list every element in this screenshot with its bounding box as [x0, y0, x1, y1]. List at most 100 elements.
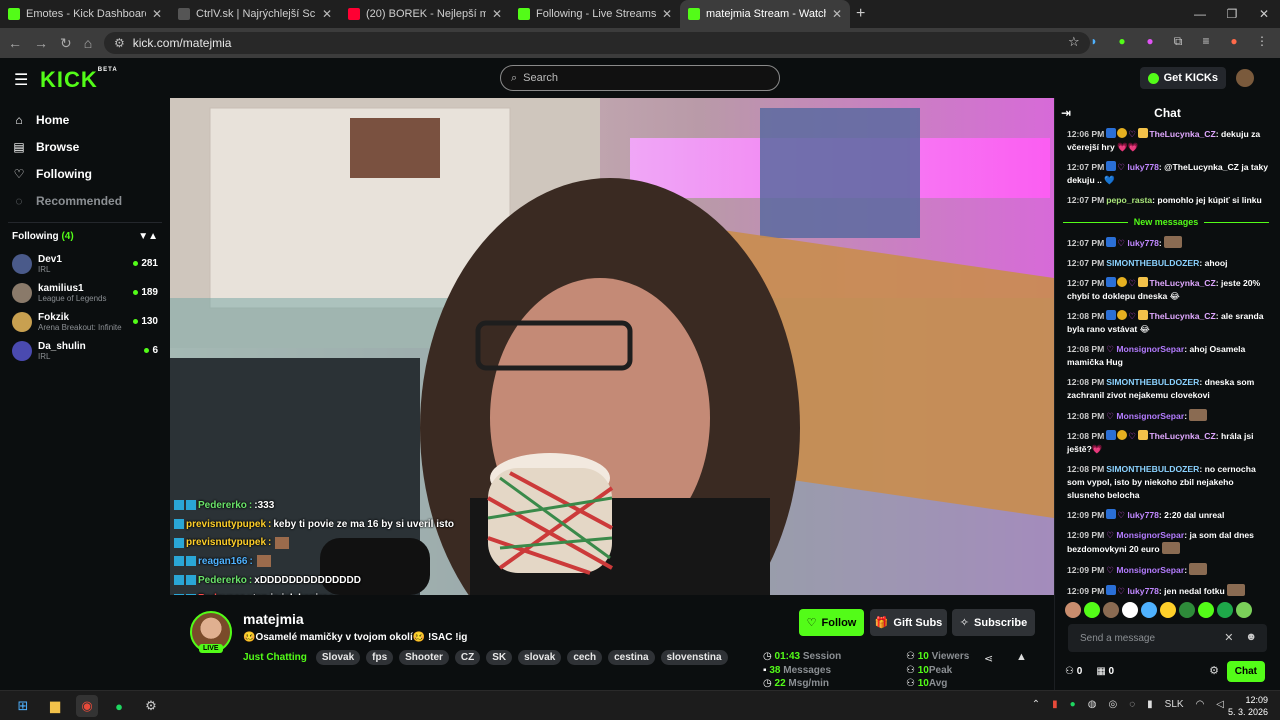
emote-icon[interactable] [1217, 602, 1233, 618]
chat-username[interactable]: SIMONTHEBULDOZER [1106, 258, 1199, 268]
sort-icon[interactable]: ▼▲ [138, 231, 158, 245]
chat-username[interactable]: TheLucynka_CZ [1149, 431, 1215, 441]
home-browser-icon[interactable]: ⌂ [84, 35, 92, 51]
category-link[interactable]: Just Chatting [243, 652, 307, 663]
settings-app-icon[interactable]: ⚙ [140, 695, 162, 717]
chat-username[interactable]: SIMONTHEBULDOZER [1106, 464, 1199, 474]
forward-icon[interactable]: → [34, 35, 48, 51]
emote-icon[interactable] [1103, 602, 1119, 618]
tag-pill[interactable]: fps [366, 650, 394, 665]
emote-icon[interactable] [1179, 602, 1195, 618]
chat-username[interactable]: pepo_rasta [1106, 195, 1152, 205]
address-bar[interactable]: ⚙ kick.com/matejmia [104, 32, 1090, 54]
share-icon[interactable]: ⋖ [984, 652, 993, 665]
emote-icon[interactable] [1065, 602, 1081, 618]
send-message-input[interactable]: Send a message ✕ ☻ [1068, 624, 1267, 652]
tray-steam-icon[interactable]: ◍ [1088, 699, 1097, 710]
channel-name[interactable]: matejmia [243, 611, 304, 627]
keyboard-language[interactable]: SLK [1165, 699, 1184, 710]
followed-channel[interactable]: Fokzik Arena Breakout: Infinite 130 [0, 307, 170, 336]
browser-tab[interactable]: Emotes - Kick Dashboard ✕ [0, 0, 170, 28]
tray-network-icon[interactable]: ◌ [1129, 699, 1135, 710]
kick-logo[interactable]: KICKBETA [40, 67, 118, 93]
minimize-icon[interactable]: — [1184, 0, 1216, 28]
wifi-icon[interactable]: ◠ [1196, 699, 1205, 710]
browser-tab[interactable]: Following - Live Streams on Kick ✕ [510, 0, 680, 28]
emote-icon[interactable] [1160, 602, 1176, 618]
emote-icon[interactable] [1141, 602, 1157, 618]
emote-icon[interactable] [1084, 602, 1100, 618]
extension-icon[interactable]: ◗ [1086, 33, 1102, 49]
chat-send-button[interactable]: Chat [1226, 661, 1265, 682]
collapse-chat-icon[interactable]: ⇥ [1061, 106, 1071, 120]
chat-username[interactable]: SIMONTHEBULDOZER [1106, 377, 1199, 387]
extension-icon[interactable]: ● [1114, 33, 1130, 49]
chat-username[interactable]: TheLucynka_CZ [1149, 311, 1215, 321]
tray-mic2-icon[interactable]: ▮ [1147, 699, 1153, 710]
emote-icon[interactable] [1198, 602, 1214, 618]
followed-channel[interactable]: Dev1 IRL 281 [0, 249, 170, 278]
new-tab-button[interactable]: + [856, 5, 865, 23]
video-player[interactable]: Pedererko: :333 previsnutypupek: keby ti … [170, 98, 1054, 595]
puzzle-icon[interactable]: ⧉ [1170, 33, 1186, 49]
chat-username[interactable]: luky778 [1127, 586, 1159, 596]
chat-username[interactable]: MonsignorSepar [1116, 565, 1184, 575]
chrome-icon[interactable]: ◉ [76, 695, 98, 717]
emoji-icon[interactable]: ☻ [1245, 631, 1257, 644]
tag-pill[interactable]: CZ [454, 650, 481, 665]
windows-start-icon[interactable]: ⊞ [12, 695, 34, 717]
follow-button[interactable]: ♡ Follow [799, 609, 864, 636]
tag-pill[interactable]: cestina [608, 650, 655, 665]
chat-username[interactable]: MonsignorSepar [1116, 344, 1184, 354]
menu-dots-icon[interactable]: ⋮ [1254, 33, 1270, 49]
volume-icon[interactable]: ◁ [1216, 699, 1224, 710]
emote-icon[interactable] [1122, 602, 1138, 618]
nav-item-following[interactable]: ♡ Following [0, 160, 170, 187]
nav-item-recommended[interactable]: ◌ Recommended [0, 187, 170, 214]
tab-close-icon[interactable]: ✕ [152, 7, 162, 21]
reload-icon[interactable]: ↻ [60, 35, 72, 52]
site-info-icon[interactable]: ⚙ [114, 36, 125, 50]
spotify-icon[interactable]: ● [108, 695, 130, 717]
maximize-icon[interactable]: ❐ [1216, 0, 1248, 28]
file-explorer-icon[interactable]: ▆ [44, 695, 66, 717]
tray-app-icon[interactable]: ◎ [1108, 699, 1117, 710]
nav-item-home[interactable]: ⌂ Home [0, 106, 170, 133]
tab-close-icon[interactable]: ✕ [492, 7, 502, 21]
translate-icon[interactable]: ✕ [1224, 631, 1233, 644]
followed-channel[interactable]: Da_shulin IRL 6 [0, 336, 170, 365]
browser-tab[interactable]: matejmia Stream - Watch L ✕ [680, 0, 850, 28]
chat-username[interactable]: luky778 [1127, 162, 1159, 172]
browser-tab[interactable]: CtrlV.sk | Najrýchlejší ScreenSh ✕ [170, 0, 340, 28]
tag-pill[interactable]: slovak [518, 650, 562, 665]
chat-username[interactable]: luky778 [1127, 238, 1159, 248]
close-window-icon[interactable]: ✕ [1248, 0, 1280, 28]
profile-icon[interactable]: ● [1226, 33, 1242, 49]
get-kicks-button[interactable]: Get KICKs [1139, 67, 1226, 89]
back-icon[interactable]: ← [8, 35, 22, 51]
browser-tab[interactable]: (20) BOREK - Nejlepší mořský p ✕ [340, 0, 510, 28]
tab-close-icon[interactable]: ✕ [662, 7, 672, 21]
tag-pill[interactable]: Slovak [315, 650, 361, 665]
menu-icon[interactable]: ☰ [14, 70, 28, 90]
tray-spotify-icon[interactable]: ● [1070, 699, 1076, 710]
tray-mic-icon[interactable]: ▮ [1052, 699, 1058, 710]
nav-item-browse[interactable]: ▤ Browse [0, 133, 170, 160]
tag-pill[interactable]: cech [567, 650, 603, 665]
kicks-counter[interactable]: ⚇ 0 [1065, 666, 1082, 677]
search-input[interactable]: ⌕ Search [500, 65, 780, 91]
chat-username[interactable]: MonsignorSepar [1116, 411, 1184, 421]
chat-username[interactable]: TheLucynka_CZ [1149, 278, 1215, 288]
tray-chevron-icon[interactable]: ⌃ [1032, 699, 1040, 710]
gift-subs-button[interactable]: 🎁 Gift Subs [870, 609, 947, 636]
gifts-counter[interactable]: ▦ 0 [1096, 666, 1114, 677]
tab-close-icon[interactable]: ✕ [832, 7, 842, 21]
user-avatar[interactable] [1236, 69, 1254, 87]
chat-settings-icon[interactable]: ⚙ [1209, 664, 1219, 677]
tab-close-icon[interactable]: ✕ [322, 7, 332, 21]
tag-pill[interactable]: slovenstina [660, 650, 728, 665]
bookmark-star-icon[interactable]: ☆ [1068, 34, 1080, 50]
extension-icon[interactable]: ● [1142, 33, 1158, 49]
subscribe-button[interactable]: ✧ Subscribe [952, 609, 1035, 636]
tag-pill[interactable]: SK [486, 650, 513, 665]
